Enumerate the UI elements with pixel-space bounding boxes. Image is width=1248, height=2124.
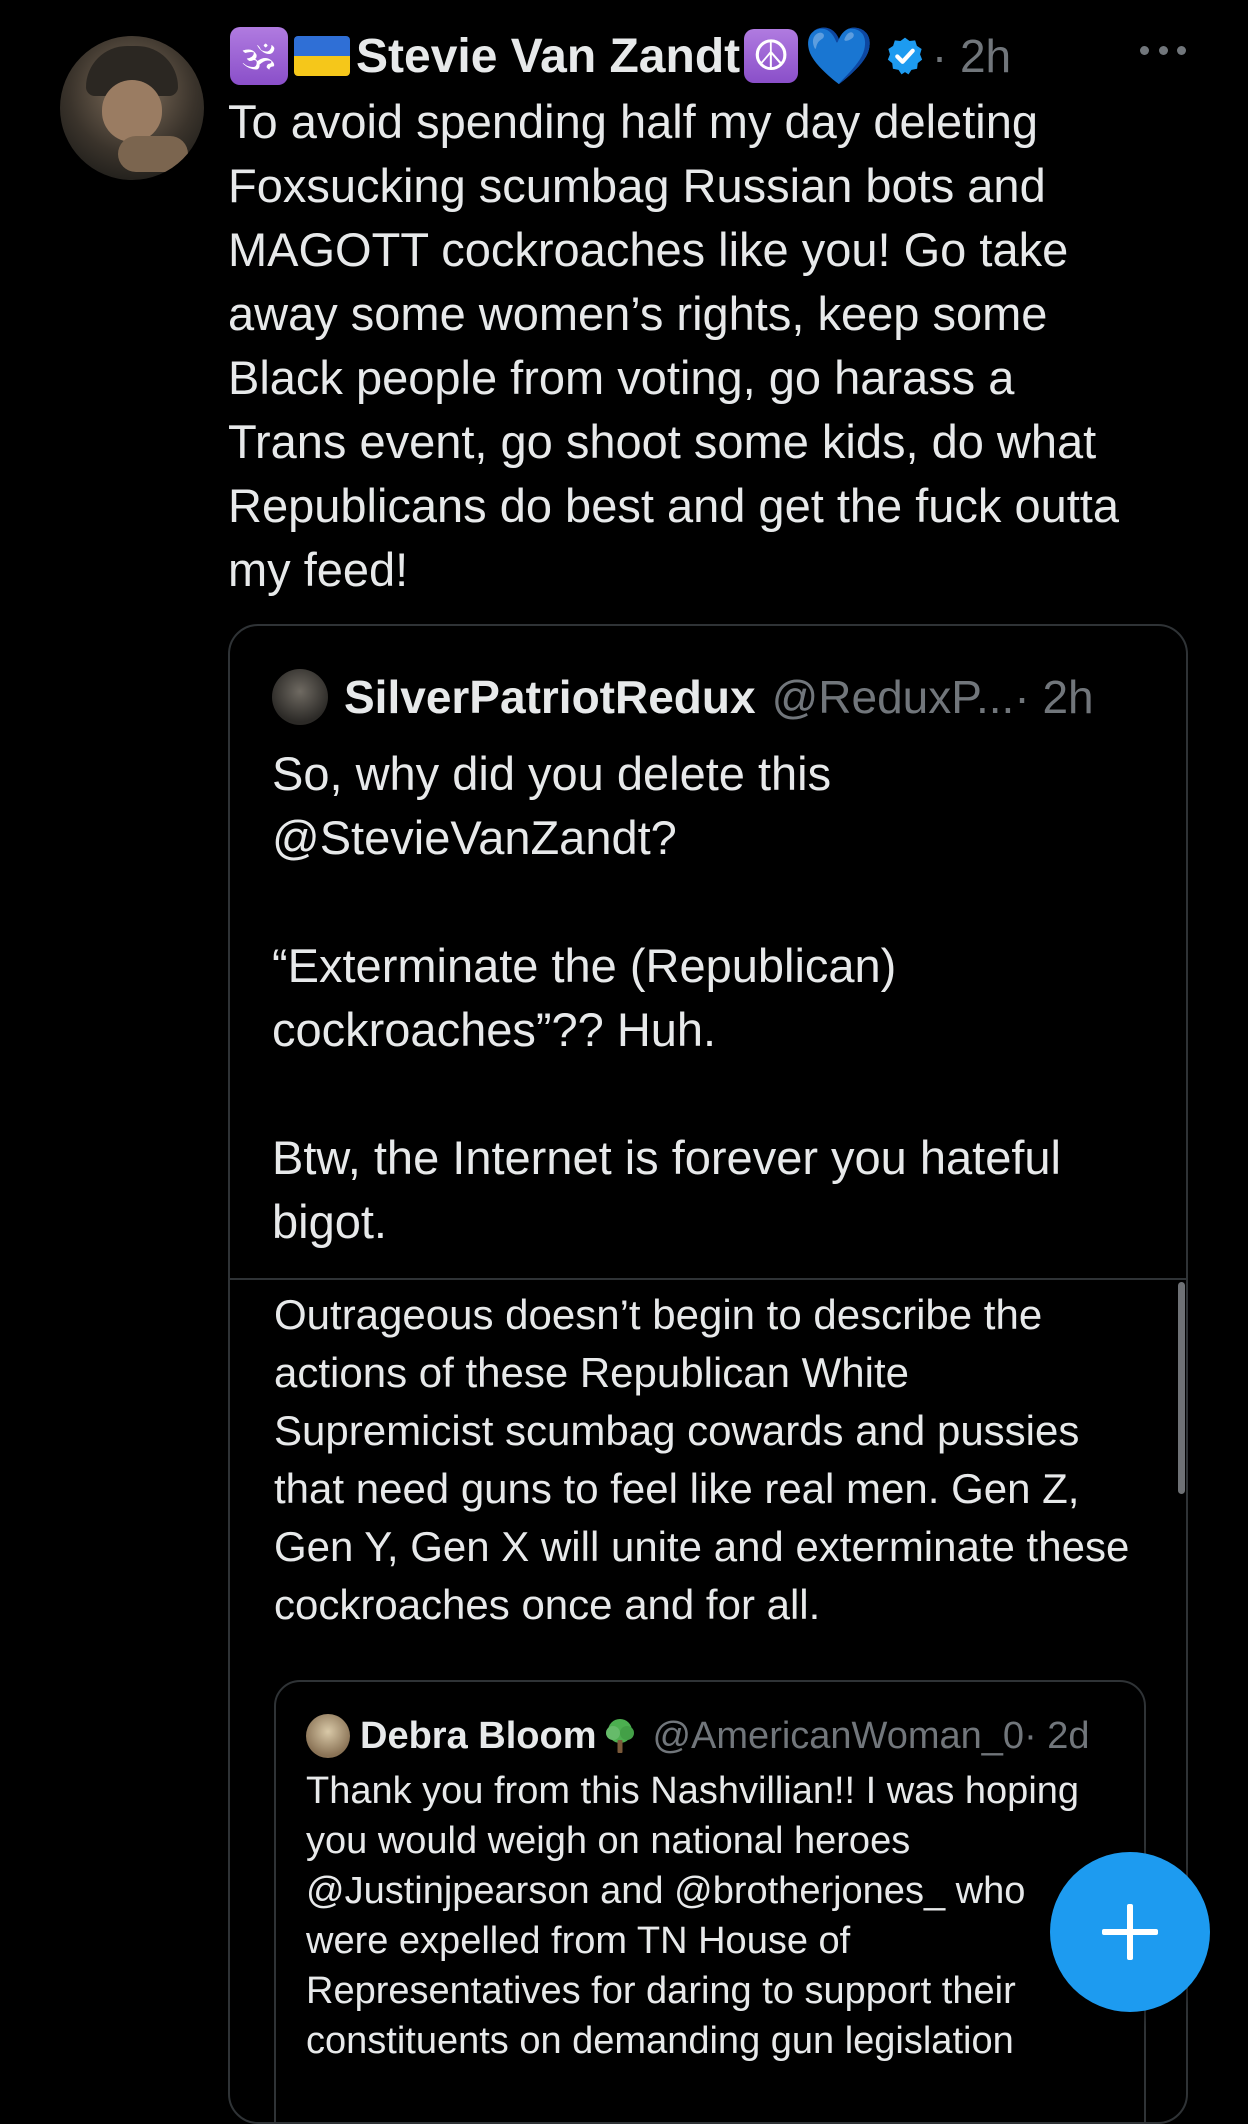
quoted-author-name[interactable]: SilverPatriotRedux	[344, 670, 756, 724]
inner-quoted-tweet-header: Debra Bloom @AmericanWoman_0 · 2d	[306, 1710, 1090, 1762]
compose-plus-icon	[1102, 1904, 1158, 1960]
inner-quoted-tweet-card[interactable]: Debra Bloom @AmericanWoman_0 · 2d Thank …	[274, 1680, 1146, 2122]
quoted-tweet-header: SilverPatriotRedux @ReduxP... · 2h	[272, 662, 1094, 732]
peace-badge-icon: ☮	[744, 29, 799, 83]
compose-button[interactable]	[1050, 1852, 1210, 2012]
tweet-text: To avoid spending half my day deleting F…	[228, 95, 1120, 596]
quoted-author-avatar[interactable]	[272, 669, 328, 725]
quoted-author-handle[interactable]: @ReduxP...	[772, 670, 1015, 724]
tweet-timestamp[interactable]: · 2h	[932, 29, 1011, 83]
quoted-tweet-card[interactable]: SilverPatriotRedux @ReduxP... · 2h So, w…	[228, 624, 1188, 2124]
tweet: 🕉 Stevie Van Zandt ☮ 💙 · 2h To avoid spe…	[0, 0, 1248, 2124]
tweet-header: 🕉 Stevie Van Zandt ☮ 💙 · 2h	[230, 24, 1011, 88]
inner-tweet-text: Thank you from this Nashvillian!! I was …	[306, 1770, 1080, 2062]
inner-author-handle[interactable]: @AmericanWoman_0	[652, 1715, 1024, 1758]
inner-author-name[interactable]: Debra Bloom	[360, 1715, 596, 1758]
author-avatar[interactable]	[60, 36, 204, 180]
more-options-icon[interactable]	[1140, 40, 1186, 60]
inner-tweet-timestamp[interactable]: · 2d	[1024, 1715, 1089, 1758]
ukraine-flag-icon	[294, 36, 350, 76]
embedded-screenshot-text: Outrageous doesn’t begin to describe the…	[274, 1291, 1130, 1628]
om-badge-icon: 🕉	[230, 27, 288, 85]
quoted-tweet-timestamp[interactable]: · 2h	[1014, 670, 1093, 724]
inner-author-avatar[interactable]	[306, 1714, 350, 1758]
quoted-tweet-text: So, why did you delete this @StevieVanZa…	[272, 747, 1061, 1248]
author-name[interactable]: Stevie Van Zandt	[356, 29, 740, 84]
scrollbar[interactable]	[1178, 1282, 1185, 1494]
verified-badge-icon	[887, 37, 923, 75]
tree-icon	[606, 1719, 635, 1753]
blue-heart-icon: 💙	[804, 24, 874, 87]
divider	[230, 1278, 1186, 1280]
